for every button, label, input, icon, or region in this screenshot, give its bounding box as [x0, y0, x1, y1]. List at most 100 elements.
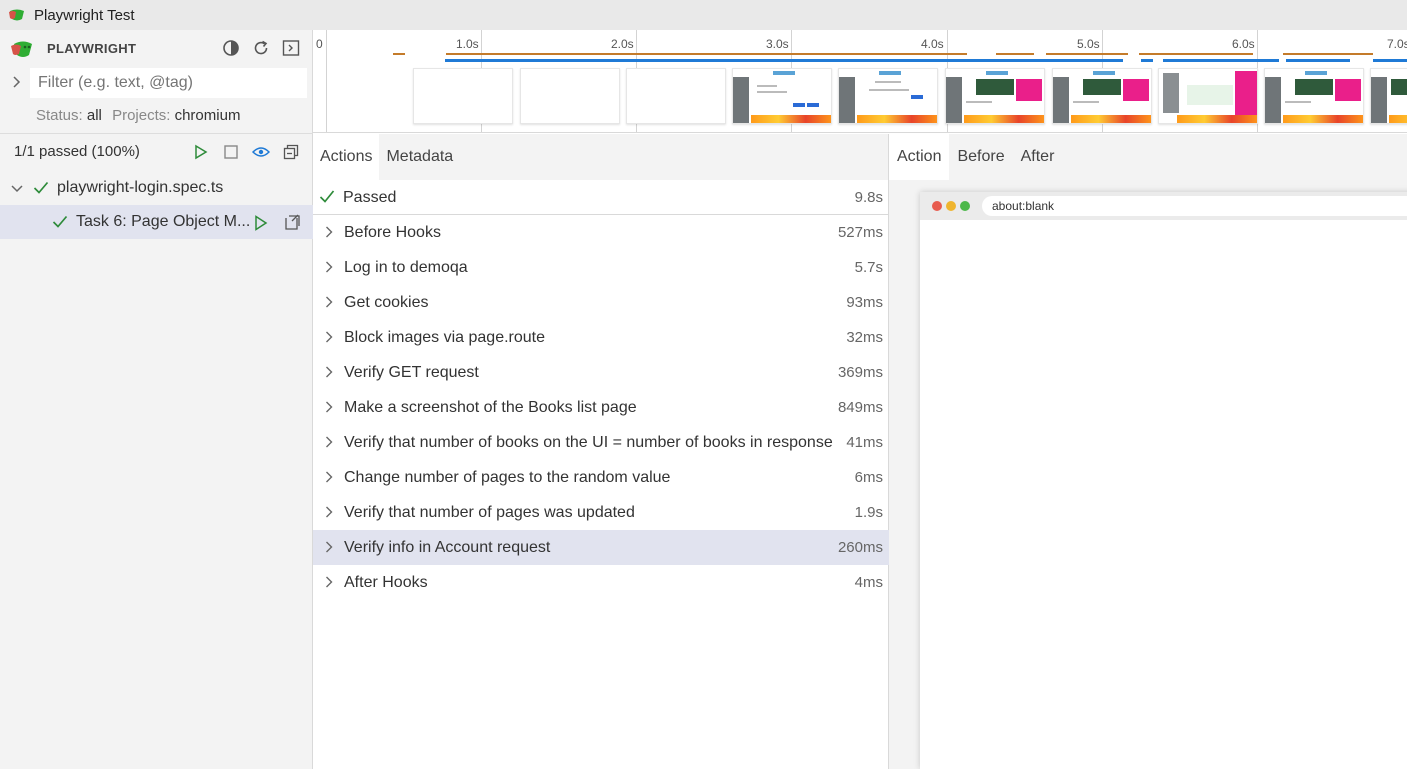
action-row[interactable]: Before Hooks 527ms [313, 215, 889, 250]
chevron-right-icon[interactable] [323, 471, 335, 483]
timeline-thumbnail[interactable] [520, 68, 620, 124]
action-row[interactable]: Get cookies 93ms [313, 285, 889, 320]
timeline-tick-label: 3.0s [766, 37, 789, 51]
timeline-bar [996, 53, 1034, 55]
run-all-icon[interactable] [191, 142, 211, 162]
test-name: Task 6: Page Object M... [76, 213, 251, 230]
divider [0, 133, 313, 134]
timeline-thumbnail[interactable] [838, 68, 938, 124]
timeline-thumbnail[interactable] [1264, 68, 1364, 124]
timeline-bar [393, 53, 405, 55]
check-icon [52, 215, 68, 228]
chevron-right-icon[interactable] [323, 331, 335, 343]
timeline-thumbnail[interactable] [1052, 68, 1152, 124]
action-row[interactable]: Verify that number of pages was updated 1… [313, 495, 889, 530]
timeline-tick-line [326, 30, 327, 132]
timeline-tick-label: 4.0s [921, 37, 944, 51]
timeline-thumbnail[interactable] [626, 68, 726, 124]
check-icon [33, 181, 49, 194]
action-duration: 32ms [846, 329, 883, 346]
sidebar-brand: PLAYWRIGHT [47, 41, 137, 56]
chevron-right-icon[interactable] [323, 296, 335, 308]
action-row[interactable]: Verify GET request 369ms [313, 355, 889, 390]
tab-actions[interactable]: Actions [313, 134, 380, 180]
file-name: playwright-login.spec.ts [57, 179, 224, 196]
chevron-right-icon[interactable] [323, 366, 335, 378]
chevron-right-icon[interactable] [323, 436, 335, 448]
filter-input[interactable] [30, 68, 307, 98]
timeline-thumbnail[interactable] [732, 68, 832, 124]
chevron-right-icon[interactable] [10, 75, 24, 89]
timeline-thumbnail[interactable] [1158, 68, 1258, 124]
test-sidebar: PLAYWRIGHT Status: all Projects: chromiu… [0, 30, 313, 769]
timeline-bar [1141, 59, 1153, 62]
theme-toggle-icon[interactable] [221, 38, 241, 58]
run-test-icon[interactable] [253, 215, 269, 231]
open-source-icon[interactable] [283, 213, 301, 231]
snapshot-tabbar: Action Before After [889, 134, 1062, 180]
run-summary-row: 1/1 passed (100%) [0, 136, 313, 168]
chevron-right-icon[interactable] [323, 261, 335, 273]
tree-item-test[interactable]: Task 6: Page Object M... [0, 205, 313, 239]
snapshot-browser-frame: about:blank [920, 192, 1407, 769]
passed-summary: 1/1 passed (100%) [14, 143, 140, 160]
filter-row [0, 67, 313, 99]
action-label: After Hooks [344, 574, 428, 591]
chevron-right-icon[interactable] [323, 226, 335, 238]
action-row[interactable]: Verify info in Account request 260ms [313, 530, 889, 565]
chevron-right-icon[interactable] [323, 541, 335, 553]
snapshot-pane: Action Before After about:blank [889, 134, 1407, 769]
action-label: Get cookies [344, 294, 429, 311]
tab-after[interactable]: After [1013, 134, 1063, 180]
chevron-down-icon[interactable] [10, 183, 24, 195]
reload-icon[interactable] [251, 38, 271, 58]
timeline-thumbnail[interactable] [945, 68, 1045, 124]
close-dot-icon [932, 201, 942, 211]
url-bar[interactable]: about:blank [982, 196, 1407, 216]
tree-item-file[interactable]: playwright-login.spec.ts [0, 171, 313, 205]
action-label: Log in to demoqa [344, 259, 468, 276]
window-titlebar: Playwright Test [0, 0, 1407, 30]
timeline-tick-label: 5.0s [1077, 37, 1100, 51]
action-duration: 849ms [837, 399, 883, 416]
action-row[interactable]: Verify that number of books on the UI = … [313, 425, 889, 460]
window-title: Playwright Test [34, 6, 135, 24]
timeline-bar [1373, 59, 1407, 62]
action-row[interactable]: Change number of pages to the random val… [313, 460, 889, 495]
action-row[interactable]: Make a screenshot of the Books list page… [313, 390, 889, 425]
timeline-bar [445, 59, 1123, 62]
tab-action[interactable]: Action [889, 134, 950, 180]
timeline[interactable]: 0 1.0s 2.0s 3.0s 4.0s 5.0s 6.0s 7.0s [313, 30, 1407, 133]
tab-metadata[interactable]: Metadata [379, 134, 460, 180]
action-label: Verify that number of pages was updated [344, 504, 635, 521]
action-row[interactable]: After Hooks 4ms [313, 565, 889, 600]
timeline-bar [1283, 53, 1373, 55]
action-duration: 6ms [854, 469, 883, 486]
actions-tabbar: Actions Metadata [313, 134, 888, 180]
test-result-label: Passed [343, 189, 397, 206]
timeline-bar [1163, 59, 1279, 62]
chevron-right-icon[interactable] [323, 576, 335, 588]
action-label: Block images via page.route [344, 329, 545, 346]
chevron-right-icon[interactable] [323, 401, 335, 413]
action-duration: 93ms [846, 294, 883, 311]
action-duration: 369ms [837, 364, 883, 381]
watch-all-icon[interactable] [251, 142, 271, 162]
projects-value: chromium [174, 107, 241, 124]
chevron-right-icon[interactable] [323, 506, 335, 518]
timeline-thumbnail[interactable] [413, 68, 513, 124]
stop-icon[interactable] [221, 142, 241, 162]
action-row[interactable]: Block images via page.route 32ms [313, 320, 889, 355]
timeline-tick-label: 2.0s [611, 37, 634, 51]
collapse-all-icon[interactable] [281, 142, 301, 162]
action-label: Verify info in Account request [344, 539, 551, 556]
timeline-start-label: 0 [316, 37, 323, 51]
sidebar-header: PLAYWRIGHT [0, 30, 313, 66]
test-result-row: Passed 9.8s [313, 180, 889, 215]
tab-before[interactable]: Before [949, 134, 1012, 180]
expand-panel-icon[interactable] [281, 38, 301, 58]
action-row[interactable]: Log in to demoqa 5.7s [313, 250, 889, 285]
minimize-dot-icon [946, 201, 956, 211]
status-filter-summary[interactable]: Status: all Projects: chromium [36, 107, 246, 124]
timeline-thumbnail[interactable] [1370, 68, 1407, 124]
